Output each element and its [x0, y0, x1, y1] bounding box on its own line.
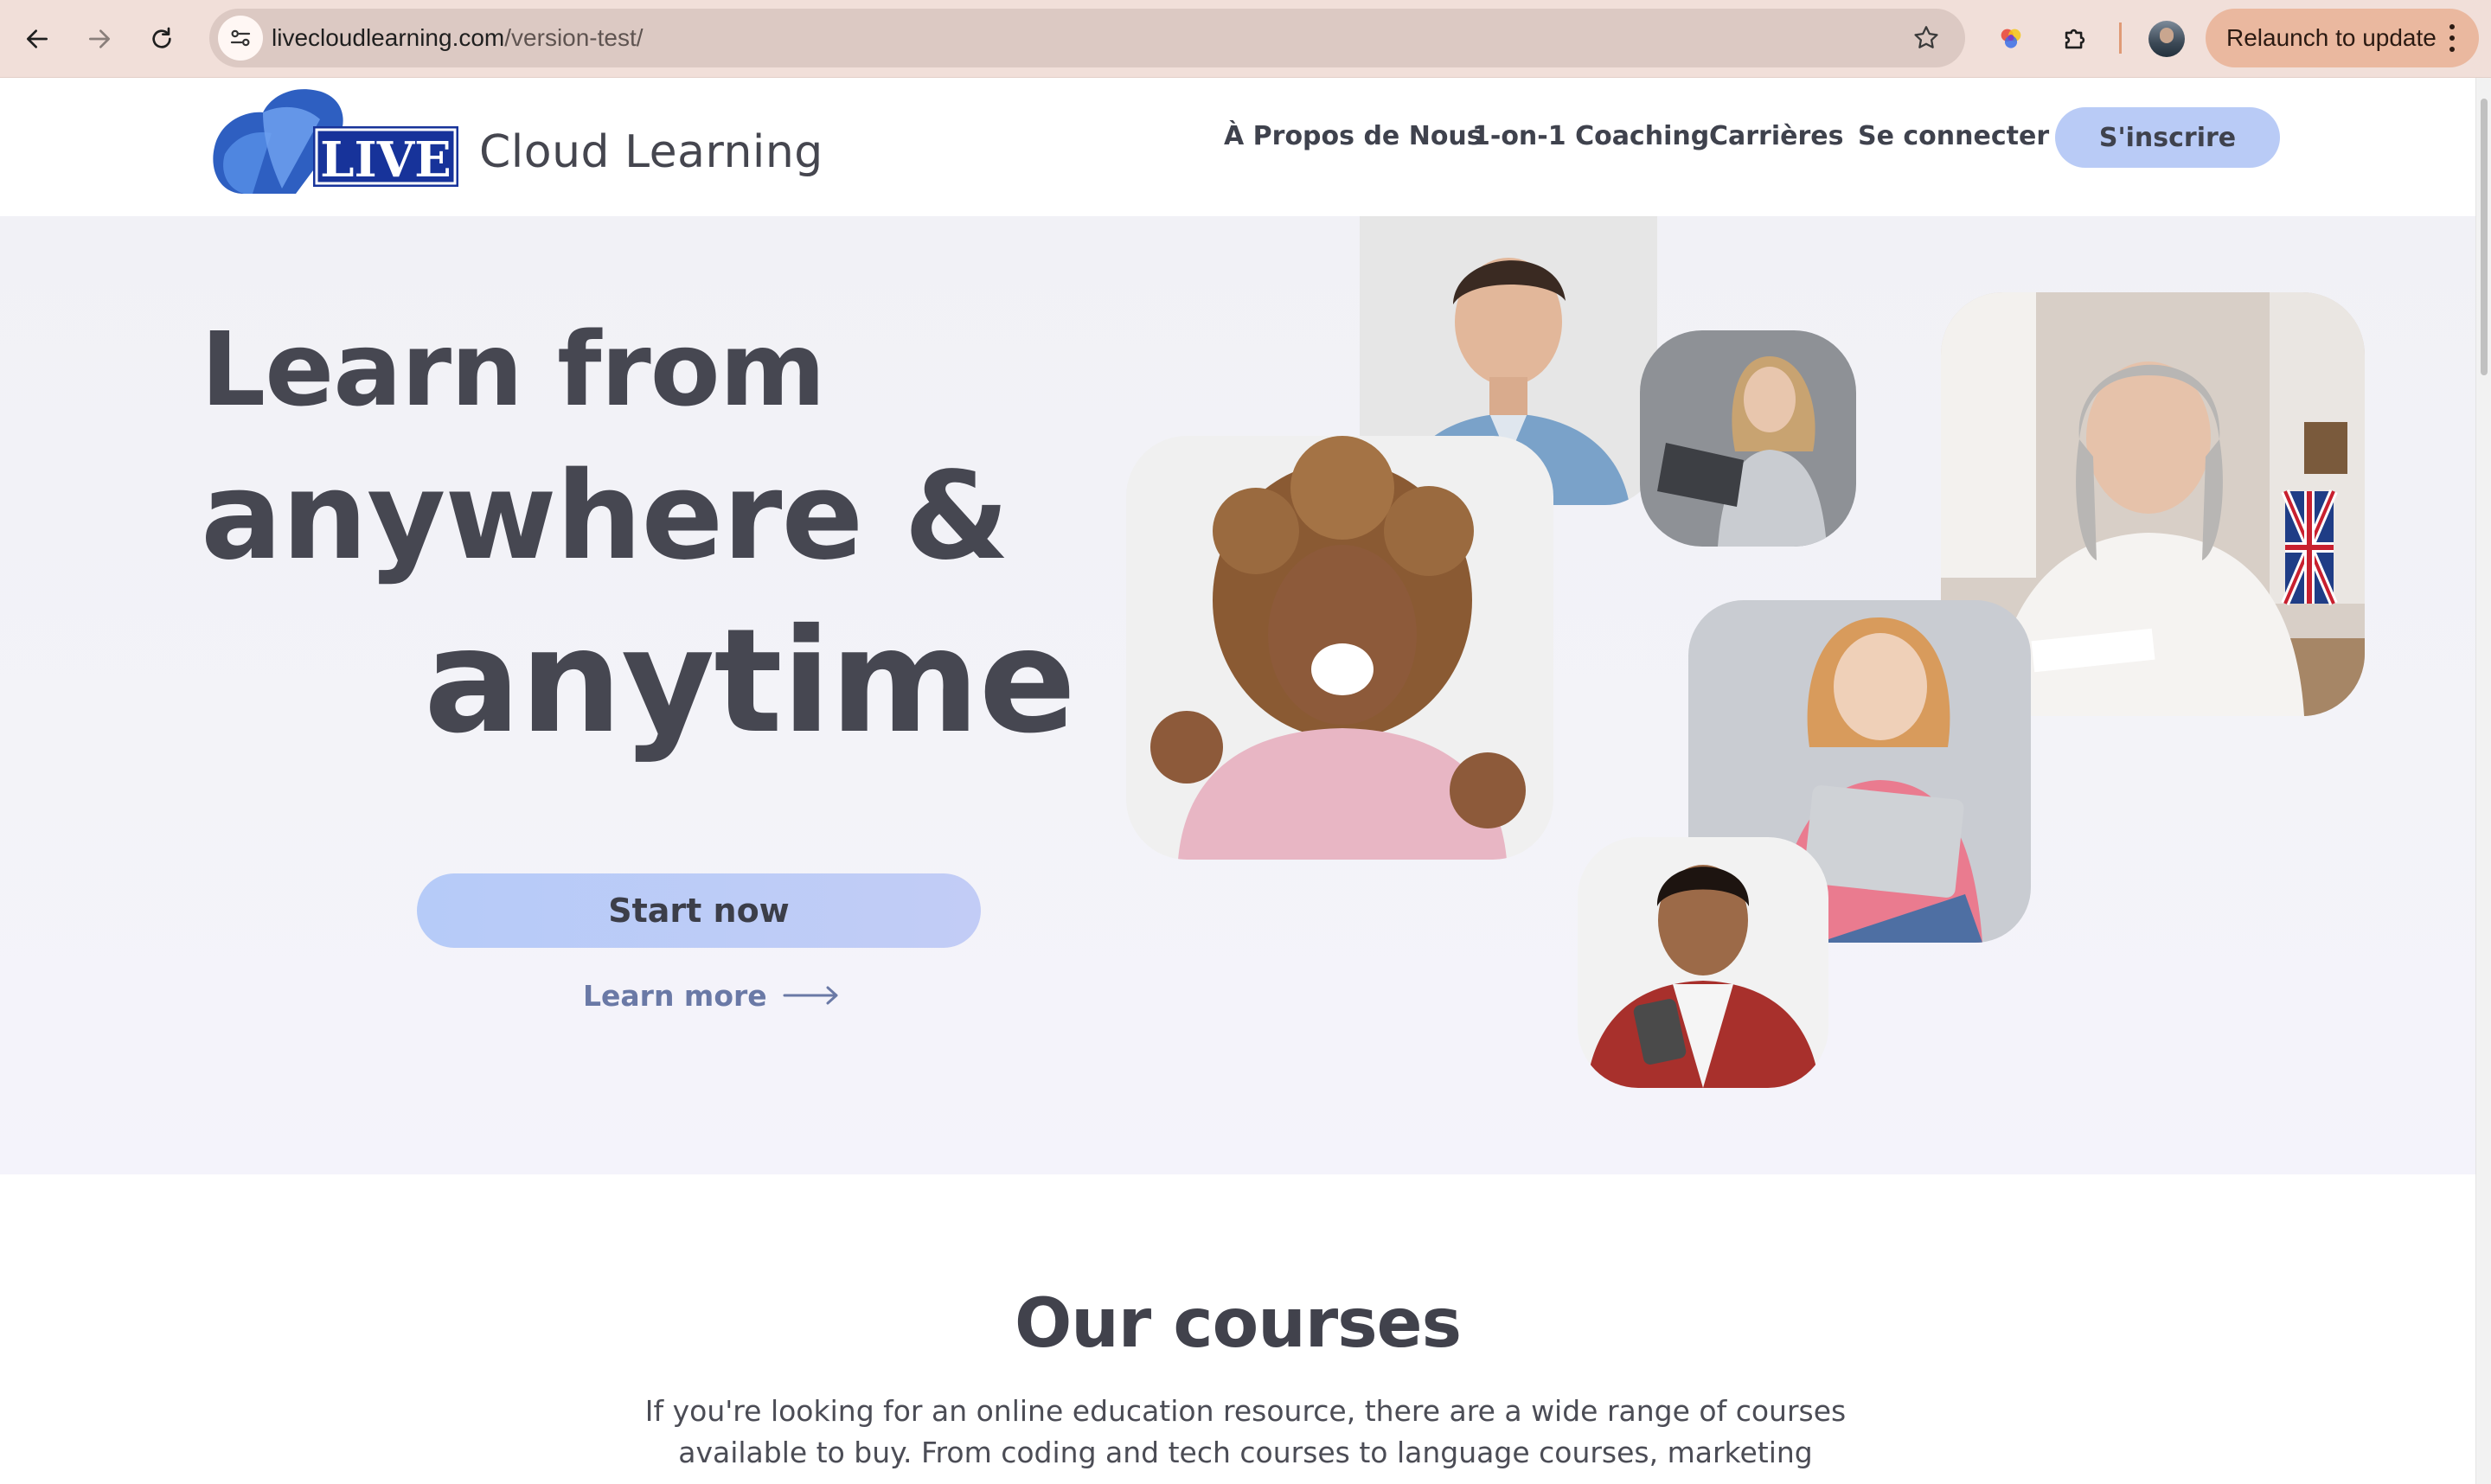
browser-toolbar: livecloudlearning.com/version-test/ Rela…: [0, 0, 2491, 78]
photo-man-phone: [1578, 837, 1828, 1088]
nav-login[interactable]: Se connecter: [1858, 121, 2049, 151]
relaunch-button[interactable]: Relaunch to update: [2206, 9, 2479, 67]
toolbar-divider: [2119, 22, 2122, 54]
hero-headline-line2: anywhere &: [201, 446, 1009, 587]
web-page: LIVE Cloud Learning À Propos de Nous 1-o…: [0, 78, 2475, 1484]
address-bar[interactable]: livecloudlearning.com/version-test/: [209, 9, 1965, 67]
profile-avatar[interactable]: [2148, 21, 2185, 57]
url-host: livecloudlearning.com: [272, 24, 505, 51]
hero-headline-line1: Learn from: [201, 310, 826, 429]
site-info-button[interactable]: [218, 16, 263, 61]
brand-name[interactable]: Cloud Learning: [479, 126, 823, 178]
arrow-right-icon: [89, 29, 110, 48]
page-scrollbar[interactable]: [2475, 78, 2491, 1484]
photo-excited-woman: [1126, 436, 1553, 860]
learn-more-label: Learn more: [583, 978, 767, 1013]
nav-careers[interactable]: Carrières: [1709, 121, 1843, 151]
photo-woman-laptop: [1640, 330, 1856, 547]
start-now-button[interactable]: Start now: [417, 873, 981, 948]
courses-title: Our courses: [1014, 1285, 1462, 1363]
site-header: LIVE Cloud Learning À Propos de Nous 1-o…: [0, 78, 2475, 216]
relaunch-label: Relaunch to update: [2226, 24, 2437, 51]
nav-coaching[interactable]: 1-on-1 Coaching: [1472, 121, 1709, 151]
reload-button[interactable]: [142, 19, 182, 59]
tune-icon: [230, 29, 251, 47]
courses-description: If you're looking for an online educatio…: [644, 1394, 1847, 1469]
hero-section: Learn from anywhere & anytime Start now …: [0, 216, 2475, 1174]
logo-text: LIVE: [320, 131, 451, 189]
arrow-right-icon: [783, 986, 838, 1005]
kebab-menu-icon[interactable]: [2449, 24, 2456, 52]
forward-button[interactable]: [80, 19, 119, 59]
bookmark-star-icon[interactable]: [1911, 23, 1941, 53]
hero-headline-line3: anytime: [424, 598, 1076, 765]
live-logo[interactable]: LIVE: [209, 85, 460, 195]
color-picker-extension-icon[interactable]: [1993, 21, 2029, 57]
signup-button[interactable]: S'inscrire: [2055, 107, 2280, 168]
arrow-left-icon: [27, 29, 48, 48]
extensions-puzzle-icon[interactable]: [2057, 21, 2093, 57]
back-button[interactable]: [17, 19, 57, 59]
scrollbar-thumb[interactable]: [2481, 99, 2488, 375]
learn-more-link[interactable]: Learn more: [583, 974, 840, 1017]
reload-icon: [152, 27, 171, 48]
url-path: /version-test/: [504, 24, 644, 51]
url-text[interactable]: livecloudlearning.com/version-test/: [272, 9, 644, 67]
nav-about[interactable]: À Propos de Nous: [1224, 121, 1482, 151]
